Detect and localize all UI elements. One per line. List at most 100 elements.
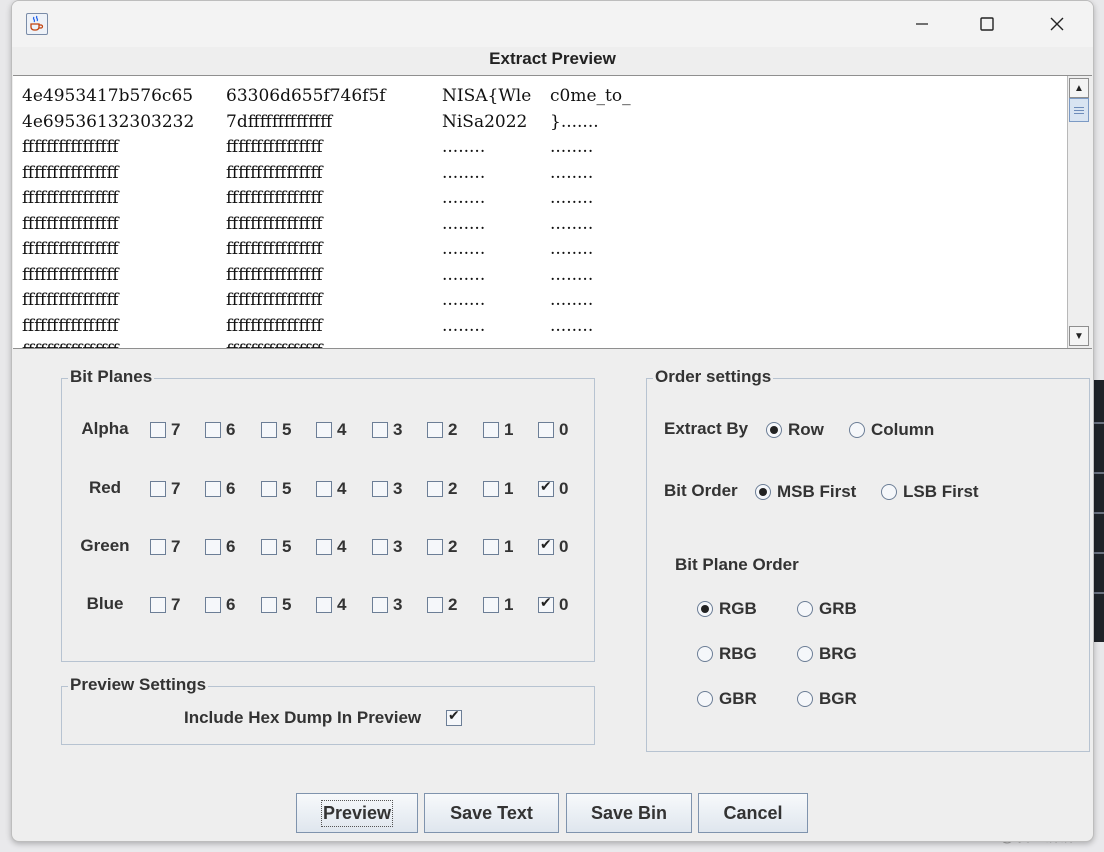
radio-indicator	[849, 422, 865, 438]
green-bit-4-checkbox[interactable]: 4	[316, 537, 346, 557]
blue-bit-5-checkbox[interactable]: 5	[261, 595, 291, 615]
preview-settings-group: Preview Settings Include Hex Dump In Pre…	[61, 675, 595, 745]
title-bar	[12, 1, 1093, 47]
red-bit-7-checkbox[interactable]: 7	[150, 479, 180, 499]
arrow-down-icon: ▼	[1074, 330, 1084, 342]
bit-label: 0	[559, 595, 569, 614]
green-bit-3-checkbox[interactable]: 3	[372, 537, 402, 557]
green-bit-1-checkbox[interactable]: 1	[483, 537, 513, 557]
plane-order-brg-radio[interactable]: BRG	[797, 644, 857, 664]
red-bit-6-checkbox[interactable]: 6	[205, 479, 235, 499]
scroll-up-button[interactable]: ▲	[1069, 78, 1089, 98]
minimize-button[interactable]	[887, 1, 957, 47]
alpha-bit-4-checkbox[interactable]: 4	[316, 420, 346, 440]
save-bin-button[interactable]: Save Bin	[566, 793, 692, 833]
red-bit-0-checkbox[interactable]: 0	[538, 479, 568, 499]
radio-indicator	[697, 601, 713, 617]
radio-indicator	[797, 691, 813, 707]
plane-order-label: RBG	[719, 644, 757, 663]
vertical-scrollbar[interactable]: ▲ ▼	[1067, 76, 1092, 348]
close-button[interactable]	[1022, 1, 1092, 47]
background-strip-mark	[1094, 552, 1104, 554]
checkbox-box	[316, 539, 332, 555]
green-bit-7-checkbox[interactable]: 7	[150, 537, 180, 557]
bit-label: 7	[171, 537, 181, 556]
alpha-bit-2-checkbox[interactable]: 2	[427, 420, 457, 440]
alpha-bit-5-checkbox[interactable]: 5	[261, 420, 291, 440]
plane-order-gbr-radio[interactable]: GBR	[697, 689, 757, 709]
blue-bit-6-checkbox[interactable]: 6	[205, 595, 235, 615]
checkbox-box	[316, 422, 332, 438]
preview-settings-title: Preview Settings	[68, 675, 209, 695]
checkbox-box	[538, 595, 554, 613]
bit-label: 1	[504, 595, 514, 614]
extract-by-row-label: Row	[788, 420, 824, 439]
maximize-button[interactable]	[952, 1, 1022, 47]
blue-bit-3-checkbox[interactable]: 3	[372, 595, 402, 615]
bit-label: 5	[282, 479, 292, 498]
preview-text-area[interactable]: 4e4953417b576c65 63306d655f746f5f NISA{Wle…	[13, 75, 1092, 349]
green-bit-6-checkbox[interactable]: 6	[205, 537, 235, 557]
alpha-bit-3-checkbox[interactable]: 3	[372, 420, 402, 440]
preview-button-label: Preview	[320, 799, 394, 827]
hex-dump-checkbox[interactable]	[446, 708, 462, 726]
hex-dump-line: ffffffffffffffff ffffffffffffffff........…	[22, 212, 631, 238]
extract-by-row-radio[interactable]: Row	[766, 420, 824, 440]
preview-button[interactable]: Preview	[296, 793, 418, 833]
alpha-bit-0-checkbox[interactable]: 0	[538, 420, 568, 440]
background-strip-mark	[1094, 512, 1104, 514]
bit-order-msb-radio[interactable]: MSB First	[755, 482, 856, 502]
checkbox-box	[205, 422, 221, 438]
bit-label: 6	[226, 595, 236, 614]
checkbox-box	[261, 481, 277, 497]
save-text-button[interactable]: Save Text	[424, 793, 559, 833]
checkbox-box	[316, 481, 332, 497]
red-bit-5-checkbox[interactable]: 5	[261, 479, 291, 499]
red-bit-2-checkbox[interactable]: 2	[427, 479, 457, 499]
blue-bit-4-checkbox[interactable]: 4	[316, 595, 346, 615]
plane-order-bgr-radio[interactable]: BGR	[797, 689, 857, 709]
bit-label: 2	[448, 537, 458, 556]
hex-column-1: ffffffffffffffff	[22, 213, 119, 234]
bit-label: 0	[559, 537, 569, 556]
scroll-thumb[interactable]	[1069, 98, 1089, 122]
ascii-column-1: ........	[442, 188, 486, 208]
plane-order-rbg-radio[interactable]: RBG	[697, 644, 757, 664]
green-bit-0-checkbox[interactable]: 0	[538, 537, 568, 557]
checkbox-box	[150, 539, 166, 555]
scroll-down-button[interactable]: ▼	[1069, 326, 1089, 346]
red-bit-4-checkbox[interactable]: 4	[316, 479, 346, 499]
extract-by-column-radio[interactable]: Column	[849, 420, 934, 440]
blue-bit-2-checkbox[interactable]: 2	[427, 595, 457, 615]
plane-order-rgb-radio[interactable]: RGB	[697, 599, 757, 619]
background-strip-mark	[1094, 422, 1104, 424]
blue-bit-1-checkbox[interactable]: 1	[483, 595, 513, 615]
hex-column-1: ffffffffffffffff	[22, 339, 226, 348]
checkbox-box	[483, 481, 499, 497]
blue-bit-7-checkbox[interactable]: 7	[150, 595, 180, 615]
plane-order-grb-radio[interactable]: GRB	[797, 599, 857, 619]
red-bit-3-checkbox[interactable]: 3	[372, 479, 402, 499]
alpha-bit-7-checkbox[interactable]: 7	[150, 420, 180, 440]
checkbox-box	[150, 481, 166, 497]
channel-label-blue: Blue	[86, 594, 124, 613]
checkbox-box	[372, 539, 388, 555]
green-bit-2-checkbox[interactable]: 2	[427, 537, 457, 557]
alpha-bit-6-checkbox[interactable]: 6	[205, 420, 235, 440]
bit-label: 0	[559, 420, 569, 439]
red-bit-1-checkbox[interactable]: 1	[483, 479, 513, 499]
bit-label: 4	[337, 595, 347, 614]
bit-order-lsb-radio[interactable]: LSB First	[881, 482, 979, 502]
blue-bit-0-checkbox[interactable]: 0	[538, 595, 568, 615]
radio-indicator	[755, 484, 771, 500]
background-strip-mark	[1094, 592, 1104, 594]
checkbox-box	[316, 597, 332, 613]
green-bit-5-checkbox[interactable]: 5	[261, 537, 291, 557]
alpha-bit-1-checkbox[interactable]: 1	[483, 420, 513, 440]
bit-label: 1	[504, 537, 514, 556]
bit-label: 6	[226, 420, 236, 439]
ascii-column-1: ........	[442, 264, 486, 285]
hex-column-1: ffffffffffffffff	[22, 290, 119, 310]
cancel-button[interactable]: Cancel	[698, 793, 808, 833]
bit-label: 5	[282, 537, 292, 556]
